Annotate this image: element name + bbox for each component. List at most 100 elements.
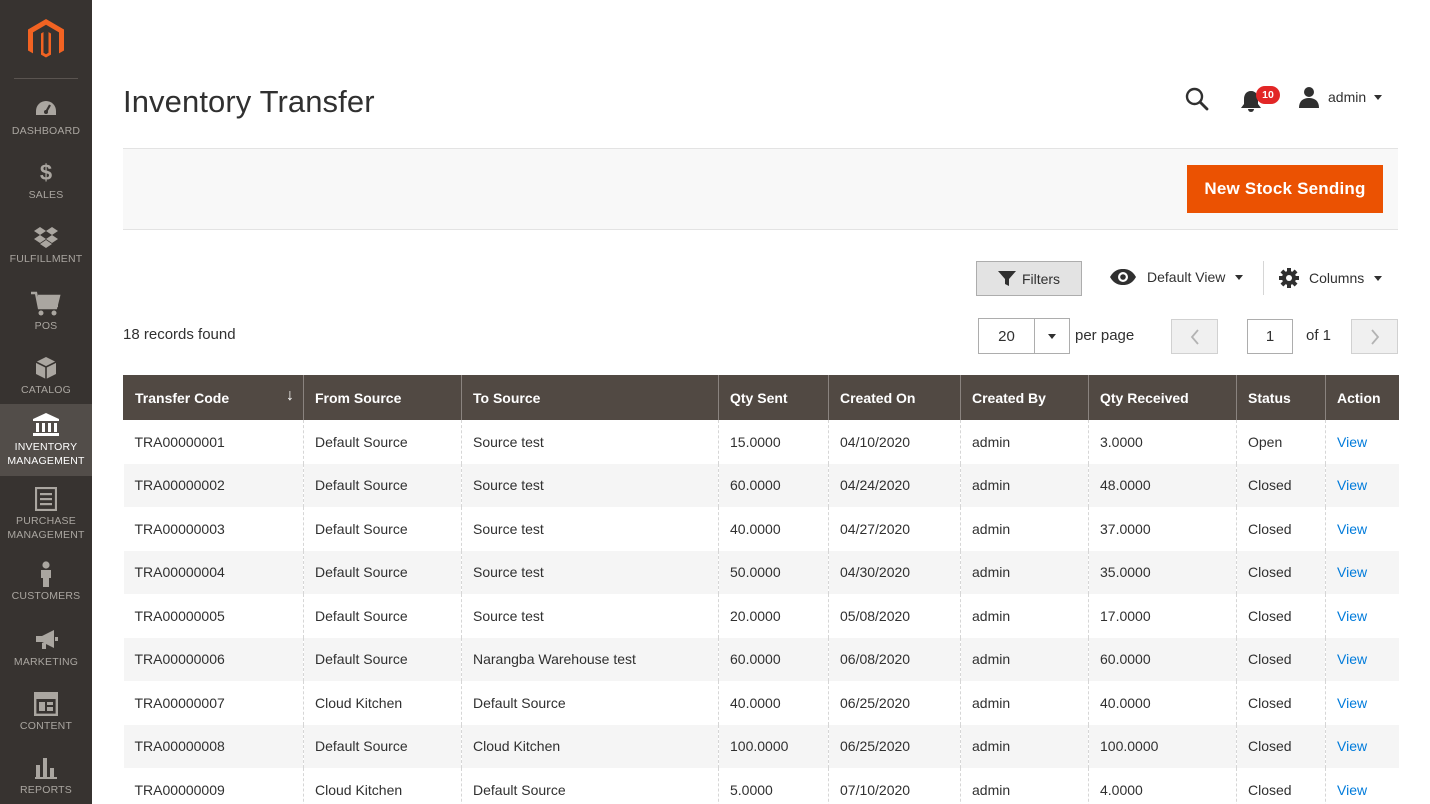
table-cell: TRA00000008 <box>123 724 304 768</box>
gear-icon <box>1279 268 1299 288</box>
table-cell: 60.0000 <box>1088 637 1237 681</box>
sidebar-item-customers[interactable]: Customers <box>0 554 92 610</box>
inventory-transfer-grid: Transfer Code ↓ From Source To Source Qty… <box>123 375 1399 804</box>
table-cell: TRA00000006 <box>123 637 304 681</box>
sidebar-item-label: Inventory Management <box>7 441 85 467</box>
view-link[interactable]: View <box>1337 782 1367 798</box>
columns-dropdown[interactable]: Columns <box>1279 268 1383 288</box>
chevron-down-icon <box>1374 275 1383 281</box>
table-cell: 3.0000 <box>1088 420 1237 464</box>
table-row: TRA00000008 Default Source Cloud Kitchen 10… <box>123 724 1399 768</box>
bar-chart-icon <box>35 755 57 781</box>
column-header-qty-received[interactable]: Qty Received <box>1088 375 1237 420</box>
bank-icon <box>33 412 59 438</box>
view-link[interactable]: View <box>1337 651 1367 667</box>
table-cell: admin <box>960 681 1089 725</box>
notification-count-badge: 10 <box>1256 86 1280 104</box>
table-cell: Source test <box>461 507 719 551</box>
table-cell: Default Source <box>303 550 462 594</box>
next-page-button[interactable] <box>1351 319 1398 354</box>
magento-logo[interactable] <box>0 0 92 79</box>
table-cell: 100.0000 <box>718 724 829 768</box>
table-cell: 04/10/2020 <box>828 420 961 464</box>
per-page-value: 20 <box>998 327 1015 345</box>
chevron-right-icon <box>1370 328 1379 345</box>
view-link[interactable]: View <box>1337 608 1367 624</box>
sidebar-item-catalog[interactable]: Catalog <box>0 348 92 404</box>
sidebar-item-pos[interactable]: POS <box>0 282 92 342</box>
new-stock-sending-button[interactable]: New Stock Sending <box>1187 165 1383 213</box>
sidebar-item-reports[interactable]: Reports <box>0 748 92 804</box>
sidebar-item-label: POS <box>34 320 58 332</box>
column-header-from-source[interactable]: From Source <box>303 375 462 420</box>
table-cell: TRA00000001 <box>123 420 304 464</box>
sidebar-item-content[interactable]: Content <box>0 684 92 740</box>
table-cell: admin <box>960 637 1089 681</box>
sidebar-item-fulfillment[interactable]: Fulfillment <box>0 216 92 274</box>
default-view-dropdown[interactable]: Default View <box>1109 268 1244 286</box>
table-cell: Closed <box>1236 768 1326 804</box>
column-header-transfer-code[interactable]: Transfer Code ↓ <box>123 375 304 420</box>
table-cell: 50.0000 <box>718 550 829 594</box>
per-page-select[interactable]: 20 <box>978 318 1070 354</box>
table-cell: 06/25/2020 <box>828 724 961 768</box>
table-cell: Narangba Warehouse test <box>461 637 719 681</box>
per-page-toggle[interactable] <box>1034 319 1069 353</box>
table-cell: TRA00000007 <box>123 681 304 725</box>
table-cell: Cloud Kitchen <box>303 768 462 804</box>
view-link[interactable]: View <box>1337 521 1367 537</box>
table-row: TRA00000003 Default Source Source test 40.0… <box>123 507 1399 551</box>
per-page-label: per page <box>1075 327 1135 344</box>
table-cell: 05/08/2020 <box>828 594 961 638</box>
previous-page-button[interactable] <box>1171 319 1218 354</box>
filters-button[interactable]: Filters <box>976 261 1082 296</box>
sidebar-item-sales[interactable]: $ Sales <box>0 152 92 210</box>
table-cell: Cloud Kitchen <box>461 724 719 768</box>
person-icon <box>39 561 53 587</box>
table-cell: 07/10/2020 <box>828 768 961 804</box>
chevron-down-icon <box>1048 333 1056 339</box>
filters-label: Filters <box>1021 270 1061 287</box>
view-link[interactable]: View <box>1337 477 1367 493</box>
records-found-count: 18 records found <box>123 326 236 343</box>
column-header-to-source[interactable]: To Source <box>461 375 719 420</box>
table-cell: TRA00000009 <box>123 768 304 804</box>
megaphone-icon <box>34 627 58 653</box>
table-cell: 40.0000 <box>1088 681 1237 725</box>
user-account-menu[interactable]: admin <box>1298 86 1383 108</box>
table-cell: View <box>1325 768 1399 804</box>
global-search-button[interactable] <box>1184 86 1210 112</box>
table-cell: admin <box>960 724 1089 768</box>
table-cell: Default Source <box>461 768 719 804</box>
total-pages-label: of 1 <box>1306 327 1332 344</box>
table-cell: View <box>1325 463 1399 507</box>
view-link[interactable]: View <box>1337 738 1367 754</box>
sidebar-item-purchase-management[interactable]: Purchase Management <box>0 482 92 546</box>
table-row: TRA00000009 Cloud Kitchen Default Source 5.… <box>123 768 1399 804</box>
view-link[interactable]: View <box>1337 564 1367 580</box>
sidebar-item-dashboard[interactable]: Dashboard <box>0 88 92 146</box>
table-cell: admin <box>960 463 1089 507</box>
view-link[interactable]: View <box>1337 695 1367 711</box>
column-header-created-by[interactable]: Created By <box>960 375 1089 420</box>
table-cell: View <box>1325 637 1399 681</box>
column-header-status[interactable]: Status <box>1236 375 1326 420</box>
table-cell: View <box>1325 594 1399 638</box>
view-link[interactable]: View <box>1337 434 1367 450</box>
table-row: TRA00000002 Default Source Source test 60.0… <box>123 463 1399 507</box>
admin-sidebar: Dashboard $ Sales Fulfillment POS Catalo… <box>0 0 92 804</box>
sidebar-item-inventory-management[interactable]: Inventory Management <box>0 404 92 476</box>
dollar-icon: $ <box>39 160 53 185</box>
column-header-qty-sent[interactable]: Qty Sent <box>718 375 829 420</box>
table-cell: Closed <box>1236 550 1326 594</box>
column-header-created-on[interactable]: Created On <box>828 375 961 420</box>
table-cell: 37.0000 <box>1088 507 1237 551</box>
table-row: TRA00000006 Default Source Narangba Wareho… <box>123 637 1399 681</box>
sidebar-item-marketing[interactable]: Marketing <box>0 620 92 676</box>
layout-icon <box>34 691 58 717</box>
table-cell: 100.0000 <box>1088 724 1237 768</box>
table-cell: View <box>1325 507 1399 551</box>
sidebar-item-label: Catalog <box>20 384 72 396</box>
current-page-input[interactable]: 1 <box>1247 319 1293 354</box>
table-cell: Closed <box>1236 594 1326 638</box>
